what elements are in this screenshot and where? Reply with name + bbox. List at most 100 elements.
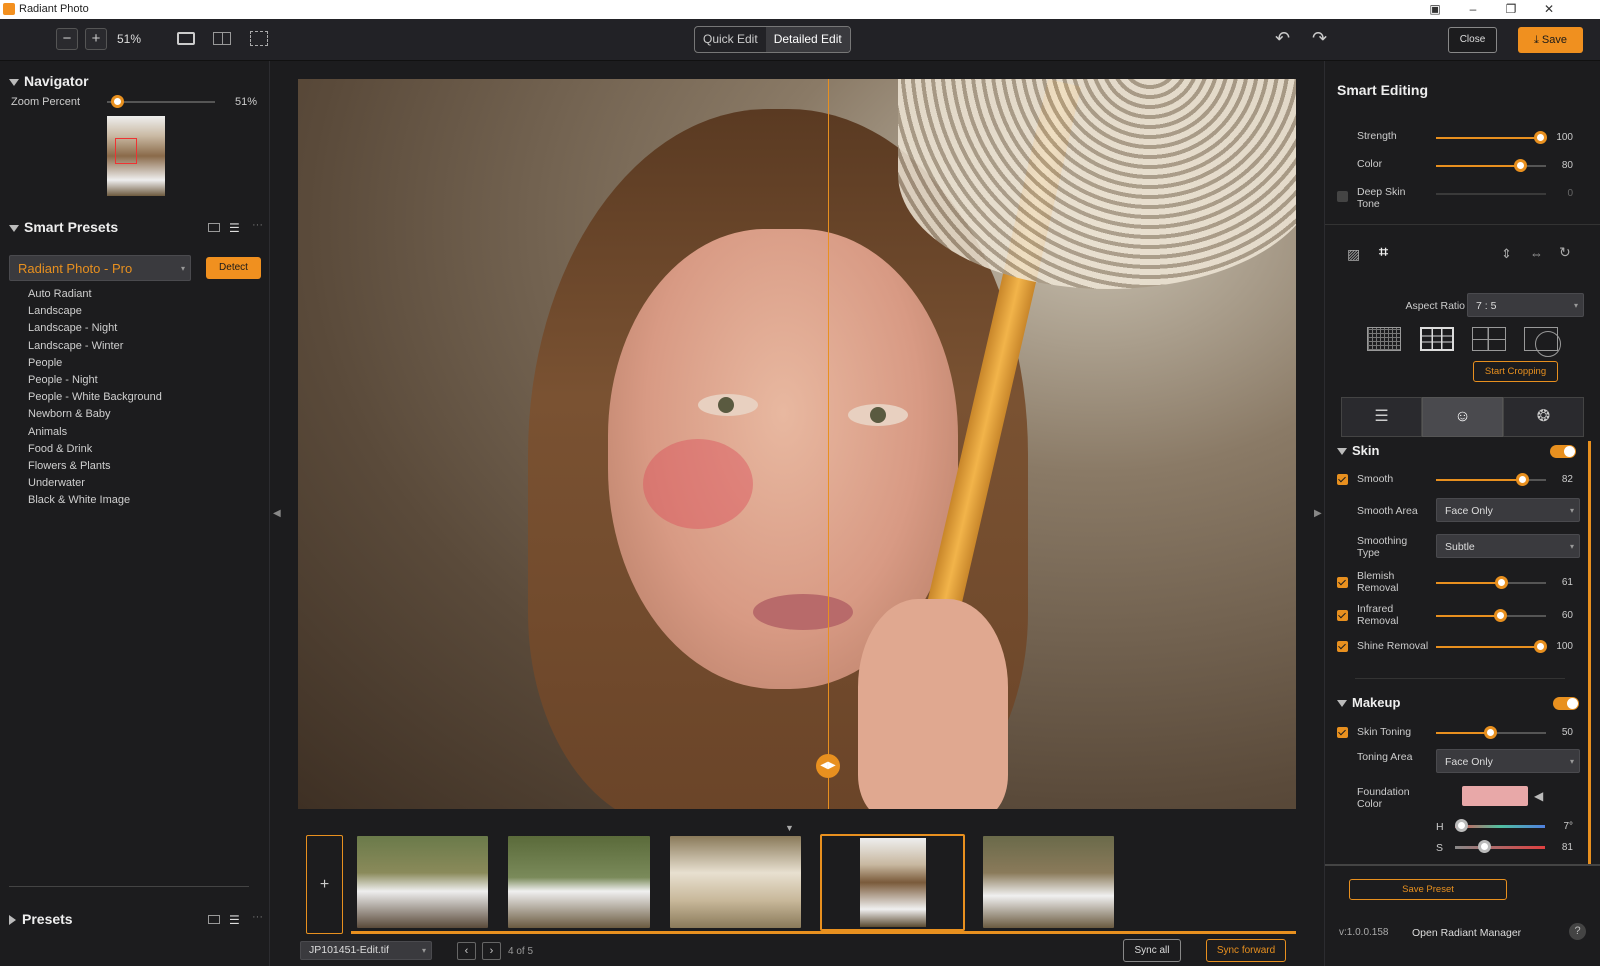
shine-checkbox[interactable] <box>1337 641 1348 652</box>
deep-skin-checkbox[interactable] <box>1337 191 1348 202</box>
strength-slider[interactable] <box>1436 137 1546 139</box>
zoom-in-button[interactable]: + <box>85 28 107 50</box>
toning-area-select[interactable]: Face Only <box>1436 749 1580 774</box>
filmstrip-thumb[interactable] <box>357 836 488 928</box>
prev-image-button[interactable]: ‹ <box>457 942 476 960</box>
photo-canvas[interactable]: ◀▶ <box>298 79 1296 809</box>
smooth-checkbox[interactable] <box>1337 474 1348 485</box>
blemish-knob[interactable] <box>1495 576 1508 589</box>
color-slider[interactable] <box>1436 165 1546 167</box>
skin-toning-knob[interactable] <box>1484 726 1497 739</box>
infrared-checkbox[interactable] <box>1337 610 1348 621</box>
makeup-header[interactable]: Makeup <box>1337 695 1400 710</box>
save-button[interactable]: ⤓ Save <box>1518 27 1583 53</box>
preset-item[interactable]: People - Night <box>28 374 98 386</box>
open-radiant-manager-link[interactable]: Open Radiant Manager <box>1412 927 1521 939</box>
detailed-edit-tab[interactable]: Detailed Edit <box>765 27 850 52</box>
color-tab-icon[interactable]: ❂ <box>1503 397 1584 437</box>
navigator-thumbnail[interactable] <box>107 116 165 196</box>
close-button[interactable]: Close <box>1448 27 1497 53</box>
skin-toggle[interactable] <box>1550 445 1576 458</box>
face-tab-icon[interactable]: ☺ <box>1422 397 1503 437</box>
zoom-out-button[interactable]: − <box>56 28 78 50</box>
saturation-slider[interactable] <box>1455 846 1545 849</box>
collapse-right-icon[interactable]: ▶ <box>1314 508 1322 519</box>
collapse-left-icon[interactable]: ◀ <box>273 508 281 519</box>
preset-item[interactable]: Black & White Image <box>28 494 130 506</box>
filmstrip-thumb[interactable] <box>670 836 801 928</box>
flip-horizontal-icon[interactable]: ⇔ <box>1530 246 1543 261</box>
shine-slider[interactable] <box>1436 646 1546 648</box>
quick-edit-tab[interactable]: Quick Edit <box>695 27 766 52</box>
smooth-slider[interactable] <box>1436 479 1546 481</box>
help-icon[interactable]: ? <box>1569 923 1586 940</box>
preset-item[interactable]: Animals <box>28 426 67 438</box>
filmstrip-thumb[interactable] <box>508 836 650 928</box>
filmstrip-thumb-selected[interactable] <box>820 834 965 931</box>
hue-slider[interactable] <box>1455 825 1545 828</box>
grid-cross-icon[interactable] <box>1472 327 1506 351</box>
blemish-slider[interactable] <box>1436 582 1546 584</box>
preset-item[interactable]: Auto Radiant <box>28 288 92 300</box>
preset-item[interactable]: People - White Background <box>28 391 162 403</box>
restore-button[interactable]: ❐ <box>1492 0 1530 19</box>
split-handle-icon[interactable]: ◀▶ <box>816 754 840 778</box>
sync-forward-button[interactable]: Sync forward <box>1206 939 1286 962</box>
preset-item[interactable]: Food & Drink <box>28 443 92 455</box>
hue-knob[interactable] <box>1455 819 1468 832</box>
preset-item[interactable]: Newborn & Baby <box>28 408 111 420</box>
preset-pack-select[interactable]: Radiant Photo - Pro <box>9 255 191 282</box>
golden-spiral-icon[interactable] <box>1524 327 1561 357</box>
makeup-toggle[interactable] <box>1553 697 1579 710</box>
zoom-slider-knob[interactable] <box>111 95 124 108</box>
preset-item[interactable]: Flowers & Plants <box>28 460 111 472</box>
image-icon[interactable]: ▨ <box>1347 246 1360 263</box>
skin-toning-checkbox[interactable] <box>1337 727 1348 738</box>
foundation-color-swatch[interactable] <box>1462 786 1528 806</box>
presets-header[interactable]: Presets <box>9 911 73 927</box>
navigator-header[interactable]: Navigator <box>9 73 89 89</box>
smoothing-type-select[interactable]: Subtle <box>1436 534 1580 559</box>
filmstrip-toggle-icon[interactable]: ▼ <box>785 823 794 833</box>
split-view-icon[interactable] <box>213 32 231 45</box>
skin-header[interactable]: Skin <box>1337 443 1379 458</box>
list-view-icon[interactable]: ☰ <box>229 221 240 235</box>
preset-item[interactable]: Landscape <box>28 305 82 317</box>
next-image-button[interactable]: › <box>482 942 501 960</box>
more-options-icon[interactable]: ··· <box>252 219 263 231</box>
start-cropping-button[interactable]: Start Cropping <box>1473 361 1558 382</box>
crop-icon[interactable]: ⌗ <box>1379 244 1388 262</box>
compare-view-icon[interactable] <box>250 31 268 46</box>
filmstrip-thumb[interactable] <box>983 836 1114 928</box>
saturation-knob[interactable] <box>1478 840 1491 853</box>
grid-thirds-icon[interactable] <box>1420 327 1454 351</box>
grid-view-icon[interactable] <box>208 223 220 232</box>
grid-view-icon[interactable] <box>208 915 220 924</box>
smooth-knob[interactable] <box>1516 473 1529 486</box>
blemish-checkbox[interactable] <box>1337 577 1348 588</box>
list-view-icon[interactable]: ☰ <box>229 913 240 927</box>
split-divider[interactable] <box>828 79 829 809</box>
infrared-slider[interactable] <box>1436 615 1546 617</box>
redo-icon[interactable]: ↷ <box>1312 28 1327 49</box>
smooth-area-select[interactable]: Face Only <box>1436 498 1580 523</box>
grid-fine-icon[interactable] <box>1367 327 1401 351</box>
adjust-tab-icon[interactable]: ☰ <box>1341 397 1422 437</box>
snap-icon[interactable]: ▣ <box>1416 0 1454 19</box>
color-knob[interactable] <box>1514 159 1527 172</box>
preset-item[interactable]: Underwater <box>28 477 85 489</box>
navigator-viewport[interactable] <box>115 138 137 164</box>
aspect-ratio-select[interactable]: 7 : 5 <box>1467 293 1584 318</box>
more-options-icon[interactable]: ··· <box>252 911 263 923</box>
eyedropper-arrow-icon[interactable]: ◀ <box>1534 789 1543 803</box>
smart-presets-header[interactable]: Smart Presets <box>9 219 118 235</box>
preset-item[interactable]: People <box>28 357 62 369</box>
minimize-button[interactable]: – <box>1454 0 1492 19</box>
infrared-knob[interactable] <box>1494 609 1507 622</box>
save-preset-button[interactable]: Save Preset <box>1349 879 1507 900</box>
preset-item[interactable]: Landscape - Winter <box>28 340 123 352</box>
add-image-button[interactable]: + <box>306 835 343 934</box>
deep-skin-slider[interactable] <box>1436 193 1546 195</box>
scrollbar[interactable] <box>1588 441 1591 866</box>
single-view-icon[interactable] <box>177 32 195 45</box>
